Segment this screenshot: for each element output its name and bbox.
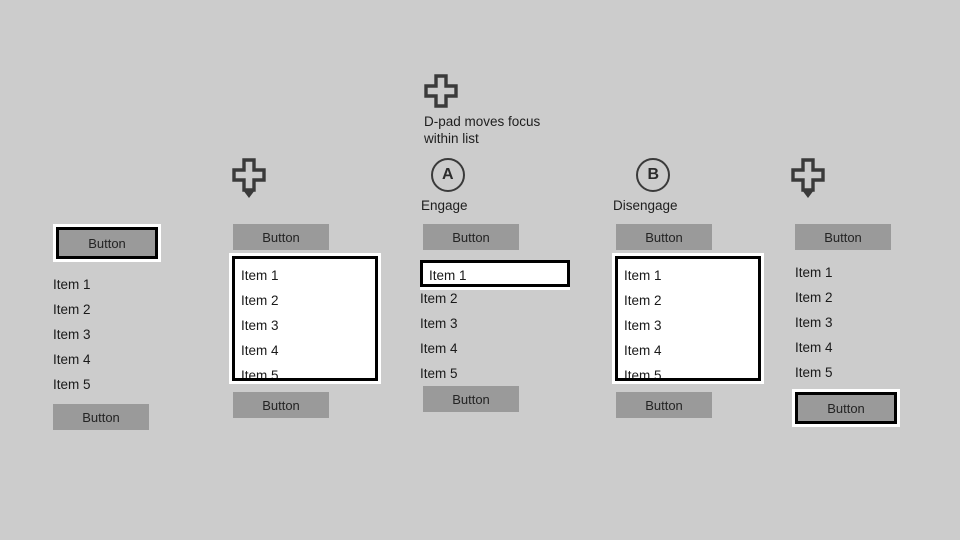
list-item[interactable]: Item 1 — [241, 263, 369, 288]
list-item[interactable]: Item 2 — [624, 288, 752, 313]
list-item[interactable]: Item 1 — [795, 260, 935, 285]
top-button-focus-ring: Button — [423, 224, 519, 250]
list-item[interactable]: Item 5 — [241, 363, 369, 378]
list-item[interactable]: Item 3 — [241, 313, 369, 338]
top-button-focus-ring: Button — [795, 224, 891, 250]
top-button[interactable]: Button — [795, 224, 891, 250]
top-button[interactable]: Button — [59, 230, 155, 256]
annotation-dpad-column5 — [791, 158, 825, 198]
list-box[interactable]: Item 1 Item 2 Item 3 Item 4 Item 5 — [420, 260, 570, 379]
list-focus-ring: Item 1 Item 2 Item 3 Item 4 Item 5 — [795, 260, 935, 379]
dpad-icon — [232, 158, 266, 198]
annotation-dpad-top: D-pad moves focus within list — [424, 74, 540, 147]
list-item[interactable]: Item 2 — [420, 286, 570, 311]
list-box[interactable]: Item 1 Item 2 Item 3 Item 4 Item 5 — [53, 272, 193, 391]
b-button-icon: B — [636, 158, 671, 192]
top-button[interactable]: Button — [616, 224, 712, 250]
bottom-button[interactable]: Button — [798, 395, 894, 421]
arrow-down-icon — [802, 190, 814, 198]
annotation-a-button-label: Engage — [421, 198, 468, 213]
bottom-button-focus-ring: Button — [423, 386, 519, 412]
list-item[interactable]: Item 4 — [624, 338, 752, 363]
list-item[interactable]: Item 1 — [53, 272, 193, 297]
list-item-focused[interactable]: Item 1 — [420, 260, 570, 290]
focus-navigation-diagram: D-pad moves focus within list A Engage B… — [0, 0, 960, 540]
list-focus-ring: Item 1 Item 2 Item 3 Item 4 Item 5 — [420, 260, 570, 379]
b-button-glyph: B — [647, 166, 660, 183]
bottom-button-focus-ring: Button — [53, 404, 149, 430]
list-focus-ring: Item 1 Item 2 Item 3 Item 4 Item 5 — [53, 272, 193, 391]
bottom-button[interactable]: Button — [233, 392, 329, 418]
list-item[interactable]: Item 4 — [241, 338, 369, 363]
column-5: Button Item 1 Item 2 Item 3 Item 4 Item … — [792, 224, 960, 427]
list-item[interactable]: Item 4 — [53, 347, 193, 372]
top-button[interactable]: Button — [233, 224, 329, 250]
bottom-button[interactable]: Button — [53, 404, 149, 430]
top-button[interactable]: Button — [423, 224, 519, 250]
column-1: Button Item 1 Item 2 Item 3 Item 4 Item … — [53, 224, 243, 430]
bottom-button[interactable]: Button — [423, 386, 519, 412]
list-item[interactable]: Item 3 — [420, 311, 570, 336]
list-item[interactable]: Item 5 — [53, 372, 193, 391]
list-item[interactable]: Item 4 — [420, 336, 570, 361]
column-4: Button Item 1 Item 2 Item 3 Item 4 Item … — [612, 224, 802, 418]
bottom-button-focus-ring: Button — [233, 392, 329, 418]
list-item[interactable]: Item 5 — [420, 361, 570, 379]
list-item-label: Item 1 — [420, 260, 570, 287]
column-3: Button Item 1 Item 2 Item 3 Item 4 Item … — [420, 224, 610, 412]
list-item[interactable]: Item 5 — [795, 360, 935, 379]
a-button-icon: A — [430, 158, 465, 192]
list-focus-ring: Item 1 Item 2 Item 3 Item 4 Item 5 — [612, 253, 764, 384]
list-item[interactable]: Item 3 — [795, 310, 935, 335]
bottom-button-focus-ring: Button — [792, 389, 900, 427]
list-item[interactable]: Item 5 — [624, 363, 752, 378]
list-item[interactable]: Item 2 — [241, 288, 369, 313]
annotation-b-button-label: Disengage — [613, 198, 678, 213]
list-box[interactable]: Item 1 Item 2 Item 3 Item 4 Item 5 — [618, 259, 758, 378]
annotation-dpad-column2 — [232, 158, 266, 198]
list-focus-ring: Item 1 Item 2 Item 3 Item 4 Item 5 — [229, 253, 381, 384]
annotation-a-button: A Engage — [421, 158, 468, 214]
annotation-dpad-top-label: D-pad moves focus within list — [424, 114, 541, 146]
dpad-icon — [791, 158, 825, 198]
list-item[interactable]: Item 2 — [53, 297, 193, 322]
list-item[interactable]: Item 1 — [624, 263, 752, 288]
arrow-down-icon — [243, 190, 255, 198]
column-2: Button Item 1 Item 2 Item 3 Item 4 Item … — [229, 224, 419, 418]
list-box[interactable]: Item 1 Item 2 Item 3 Item 4 Item 5 — [795, 260, 935, 379]
list-item[interactable]: Item 2 — [795, 285, 935, 310]
annotation-b-button: B Disengage — [613, 158, 678, 214]
top-button-focus-ring: Button — [233, 224, 329, 250]
list-item[interactable]: Item 3 — [53, 322, 193, 347]
top-button-focus-ring: Button — [616, 224, 712, 250]
bottom-button[interactable]: Button — [616, 392, 712, 418]
bottom-button-focus-ring: Button — [616, 392, 712, 418]
list-item[interactable]: Item 4 — [795, 335, 935, 360]
top-button-focus-ring: Button — [53, 224, 161, 262]
list-box[interactable]: Item 1 Item 2 Item 3 Item 4 Item 5 — [235, 259, 375, 378]
dpad-icon — [424, 74, 458, 108]
a-button-glyph: A — [441, 166, 454, 183]
list-item[interactable]: Item 3 — [624, 313, 752, 338]
